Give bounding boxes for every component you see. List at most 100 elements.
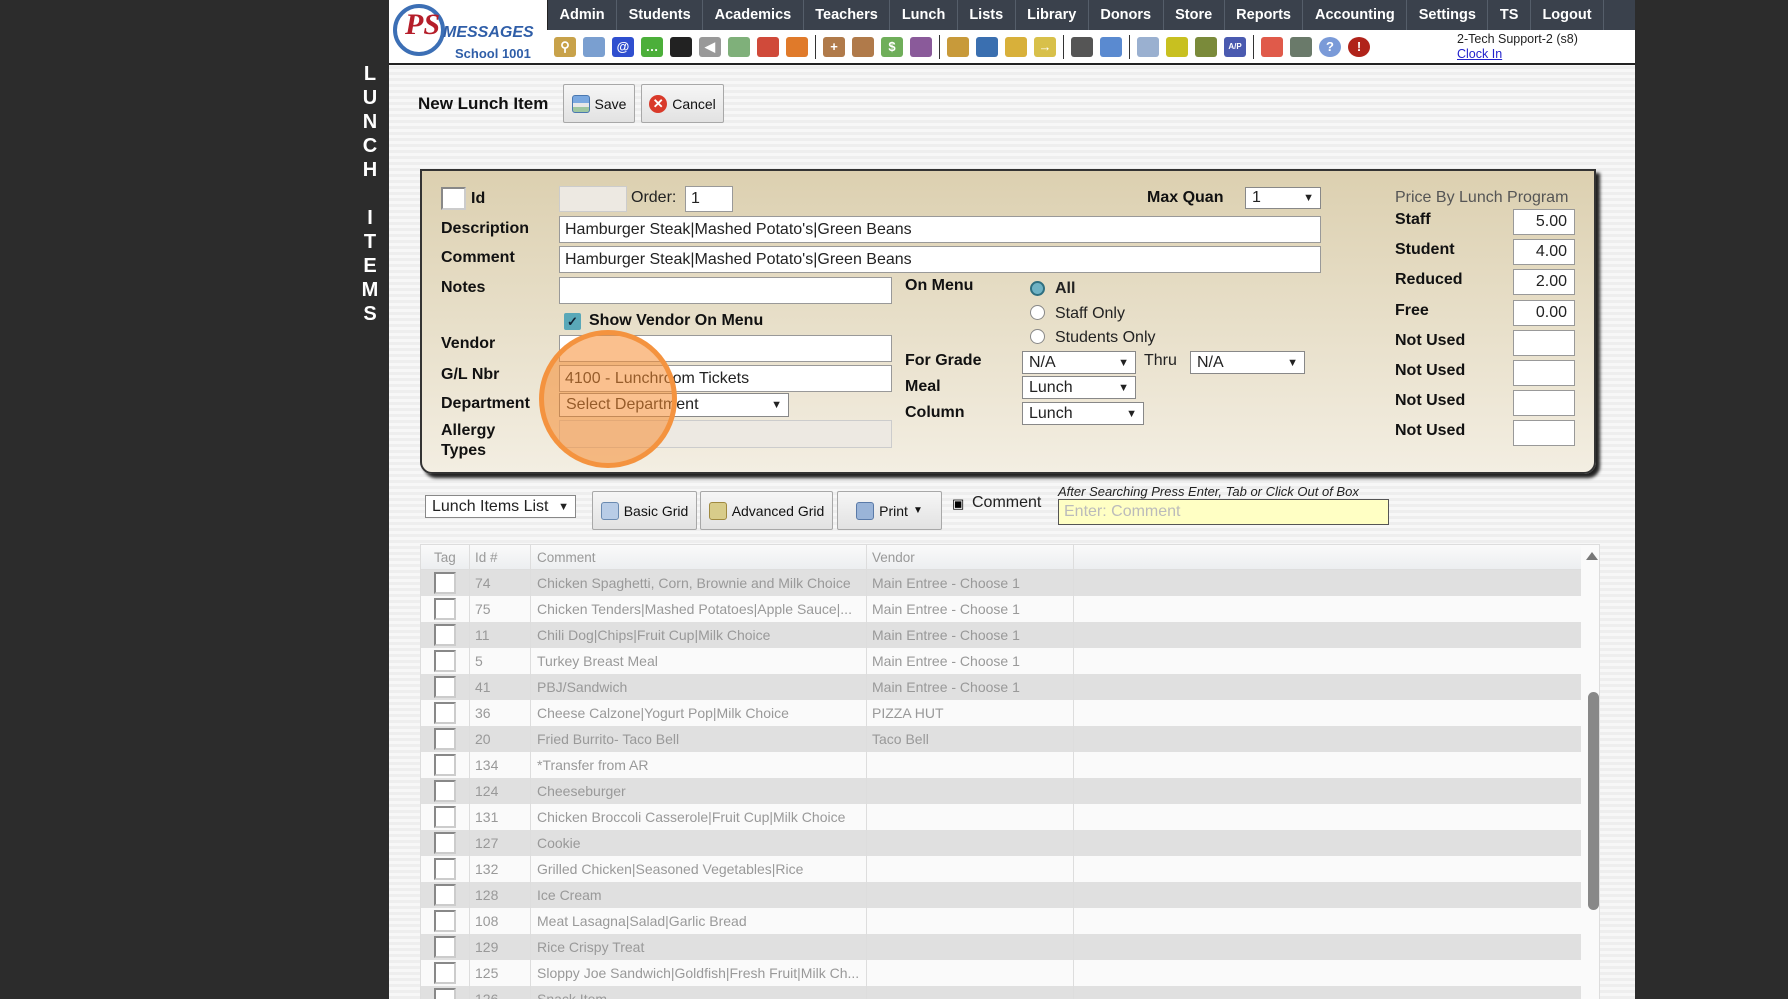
- comment-field[interactable]: Hamburger Steak|Mashed Potato's|Green Be…: [559, 246, 1321, 273]
- table-row[interactable]: 41 PBJ/Sandwich Main Entree - Choose 1: [421, 674, 1581, 700]
- nav-library[interactable]: Library: [1016, 0, 1089, 30]
- pdf-icon[interactable]: [1261, 37, 1283, 57]
- column-header-vendor[interactable]: Vendor: [872, 550, 915, 565]
- email-at-icon[interactable]: @: [612, 37, 634, 57]
- row-tag-checkbox[interactable]: [434, 702, 456, 724]
- teacher-icon[interactable]: [1071, 37, 1093, 57]
- table-row[interactable]: 75 Chicken Tenders|Mashed Potatoes|Apple …: [421, 596, 1581, 622]
- row-tag-checkbox[interactable]: [434, 676, 456, 698]
- vendor-field[interactable]: [559, 335, 892, 362]
- printer-money-icon[interactable]: [1195, 37, 1217, 57]
- nav-logout[interactable]: Logout: [1531, 0, 1605, 30]
- row-tag-checkbox[interactable]: [434, 988, 456, 999]
- list-type-select[interactable]: Lunch Items List ▼: [425, 495, 576, 518]
- book-icon[interactable]: [976, 37, 998, 57]
- people-icon[interactable]: [910, 37, 932, 57]
- export-icon[interactable]: →: [1034, 37, 1056, 57]
- nav-donors[interactable]: Donors: [1089, 0, 1164, 30]
- speaker-icon[interactable]: ◀: [699, 37, 721, 57]
- row-tag-checkbox[interactable]: [434, 936, 456, 958]
- chat-icon[interactable]: …: [641, 37, 663, 57]
- nav-settings[interactable]: Settings: [1407, 0, 1489, 30]
- print-button[interactable]: Print ▼: [837, 491, 942, 530]
- price-input[interactable]: [1513, 420, 1575, 447]
- save-button[interactable]: Save: [563, 84, 635, 123]
- alarm-clock-icon[interactable]: [1100, 37, 1122, 57]
- column-header-tag[interactable]: Tag: [434, 550, 456, 565]
- price-input[interactable]: 4.00: [1513, 239, 1575, 266]
- row-tag-checkbox[interactable]: [434, 858, 456, 880]
- megaphone-icon[interactable]: [786, 37, 808, 57]
- price-input[interactable]: 5.00: [1513, 209, 1575, 235]
- table-row[interactable]: 125 Sloppy Joe Sandwich|Goldfish|Fresh Fr…: [421, 960, 1581, 986]
- row-tag-checkbox[interactable]: [434, 832, 456, 854]
- comment-search-input[interactable]: Enter: Comment: [1058, 499, 1389, 525]
- logo[interactable]: PS MESSAGES School 1001: [393, 2, 543, 62]
- table-row[interactable]: 74 Chicken Spaghetti, Corn, Brownie and M…: [421, 570, 1581, 596]
- row-tag-checkbox[interactable]: [434, 884, 456, 906]
- column-select[interactable]: Lunch ▼: [1022, 402, 1144, 425]
- nav-ts[interactable]: TS: [1488, 0, 1531, 30]
- table-row[interactable]: 131 Chicken Broccoli Casserole|Fruit Cup|…: [421, 804, 1581, 830]
- table-row[interactable]: 5 Turkey Breast Meal Main Entree - Choose …: [421, 648, 1581, 674]
- search-icon[interactable]: ⚲: [554, 37, 576, 57]
- allergy-types-field[interactable]: [559, 420, 892, 448]
- notes-field[interactable]: [559, 277, 892, 304]
- department-select[interactable]: Select Department ▼: [559, 393, 789, 417]
- grade-from-select[interactable]: N/A ▼: [1022, 351, 1136, 374]
- scroll-up-arrow-icon[interactable]: [1586, 552, 1598, 560]
- scrollbar-thumb[interactable]: [1588, 692, 1599, 910]
- table-row[interactable]: 108 Meat Lasagna|Salad|Garlic Bread: [421, 908, 1581, 934]
- row-tag-checkbox[interactable]: [434, 754, 456, 776]
- on-menu-all-radio[interactable]: [1030, 281, 1045, 296]
- nav-lunch[interactable]: Lunch: [890, 0, 958, 30]
- person-icon[interactable]: [852, 37, 874, 57]
- bell-icon[interactable]: [1005, 37, 1027, 57]
- table-row[interactable]: 134 *Transfer from AR: [421, 752, 1581, 778]
- column-header-id[interactable]: Id #: [475, 550, 498, 565]
- row-tag-checkbox[interactable]: [434, 650, 456, 672]
- on-menu-staff-radio[interactable]: [1030, 305, 1045, 320]
- table-row[interactable]: 11 Chili Dog|Chips|Fruit Cup|Milk Choice M…: [421, 622, 1581, 648]
- row-tag-checkbox[interactable]: [434, 780, 456, 802]
- nav-accounting[interactable]: Accounting: [1303, 0, 1408, 30]
- row-tag-checkbox[interactable]: [434, 572, 456, 594]
- price-input[interactable]: 0.00: [1513, 299, 1575, 326]
- gl-nbr-field[interactable]: 4100 - Lunchroom Tickets: [559, 365, 892, 392]
- table-row[interactable]: 126 Snack Item: [421, 986, 1581, 999]
- table-row[interactable]: 20 Fried Burrito- Taco Bell Taco Bell: [421, 726, 1581, 752]
- price-input[interactable]: [1513, 390, 1575, 417]
- description-field[interactable]: Hamburger Steak|Mashed Potato's|Green Be…: [559, 216, 1321, 243]
- burger-icon[interactable]: [947, 37, 969, 57]
- cash-register-icon[interactable]: [1290, 37, 1312, 57]
- row-tag-checkbox[interactable]: [434, 598, 456, 620]
- column-header-comment[interactable]: Comment: [537, 550, 596, 565]
- nav-academics[interactable]: Academics: [703, 0, 804, 30]
- price-input[interactable]: 2.00: [1513, 269, 1575, 296]
- nav-students[interactable]: Students: [617, 0, 704, 30]
- row-tag-checkbox[interactable]: [434, 624, 456, 646]
- cancel-button[interactable]: ✕ Cancel: [641, 84, 724, 123]
- mobile-phone-icon[interactable]: [670, 37, 692, 57]
- nav-teachers[interactable]: Teachers: [804, 0, 891, 30]
- money-icon[interactable]: $: [881, 37, 903, 57]
- order-field[interactable]: 1: [685, 186, 733, 212]
- spreadsheet-icon[interactable]: [1137, 37, 1159, 57]
- nav-reports[interactable]: Reports: [1225, 0, 1304, 30]
- grade-thru-select[interactable]: N/A ▼: [1190, 351, 1305, 374]
- grid-scrollbar[interactable]: [1582, 545, 1600, 999]
- table-row[interactable]: 127 Cookie: [421, 830, 1581, 856]
- price-input[interactable]: [1513, 360, 1575, 386]
- table-row[interactable]: 128 Ice Cream: [421, 882, 1581, 908]
- price-input[interactable]: [1513, 329, 1575, 356]
- meal-select[interactable]: Lunch ▼: [1022, 376, 1136, 399]
- row-tag-checkbox[interactable]: [434, 806, 456, 828]
- nav-store[interactable]: Store: [1164, 0, 1225, 30]
- row-tag-checkbox[interactable]: [434, 728, 456, 750]
- schedule-icon[interactable]: [728, 37, 750, 57]
- power-icon[interactable]: !: [1348, 37, 1370, 57]
- on-menu-students-radio[interactable]: [1030, 329, 1045, 344]
- nav-lists[interactable]: Lists: [958, 0, 1016, 30]
- table-row[interactable]: 124 Cheeseburger: [421, 778, 1581, 804]
- table-row[interactable]: 132 Grilled Chicken|Seasoned Vegetables|R…: [421, 856, 1581, 882]
